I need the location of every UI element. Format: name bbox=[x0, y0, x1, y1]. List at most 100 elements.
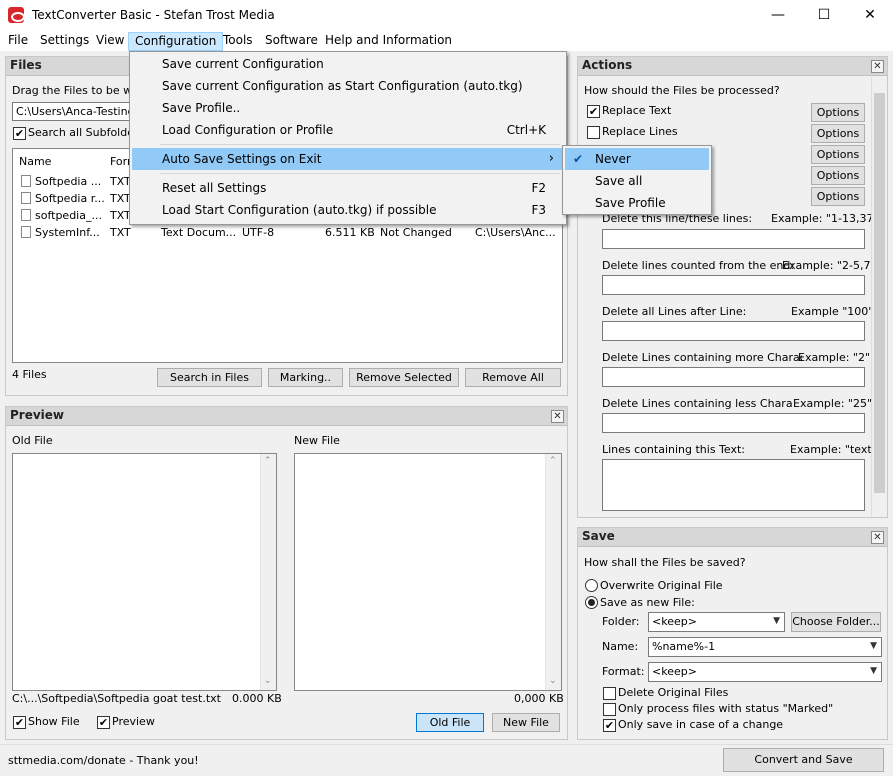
menu-help[interactable]: Help and Information bbox=[319, 32, 458, 51]
menu-save-start-configuration[interactable]: Save current Configuration as Start Conf… bbox=[132, 75, 564, 97]
file-icon bbox=[21, 192, 31, 204]
close-icon[interactable]: ✕ bbox=[871, 60, 884, 73]
file-icon bbox=[21, 226, 31, 238]
file-format: TXT bbox=[110, 226, 131, 239]
remove-selected-button[interactable]: Remove Selected bbox=[349, 368, 459, 387]
menu-auto-save-on-exit[interactable]: Auto Save Settings on Exit › bbox=[132, 148, 564, 170]
scroll-down-icon[interactable]: ⌄ bbox=[264, 676, 272, 686]
save-question: How shall the Files be saved? bbox=[584, 556, 746, 569]
menu-reset-settings[interactable]: Reset all Settings F2 bbox=[132, 177, 564, 199]
menu-item-label: Save current Configuration bbox=[162, 57, 324, 71]
format-label: Format: bbox=[602, 665, 645, 678]
chevron-down-icon: ▼ bbox=[870, 641, 877, 651]
old-file-path: C:\...\Softpedia\Softpedia goat test.txt bbox=[12, 692, 221, 705]
options-button[interactable]: Options bbox=[811, 187, 865, 206]
overwrite-radio[interactable] bbox=[585, 579, 598, 592]
delete-less-chars-label: Delete Lines containing less Characters … bbox=[602, 397, 792, 410]
options-button[interactable]: Options bbox=[811, 103, 865, 122]
old-file-scrollbar[interactable]: ⌃ ⌄ bbox=[260, 454, 276, 690]
scroll-down-icon[interactable]: ⌄ bbox=[549, 676, 557, 686]
scrollbar-thumb[interactable] bbox=[874, 93, 885, 493]
actions-panel-title: Actions bbox=[578, 57, 887, 76]
lines-containing-example: Example: "text" bbox=[790, 443, 877, 456]
delete-from-end-input[interactable] bbox=[602, 275, 865, 295]
save-new-label: Save as new File: bbox=[600, 596, 695, 609]
search-in-files-button[interactable]: Search in Files bbox=[157, 368, 262, 387]
scroll-up-icon[interactable]: ⌃ bbox=[549, 456, 557, 466]
menu-settings[interactable]: Settings bbox=[34, 32, 95, 51]
menu-load-start-configuration[interactable]: Load Start Configuration (auto.tkg) if p… bbox=[132, 199, 564, 221]
submenu-save-profile[interactable]: Save Profile bbox=[565, 192, 709, 214]
options-button[interactable]: Options bbox=[811, 145, 865, 164]
new-file-button[interactable]: New File bbox=[492, 713, 560, 732]
scroll-up-icon[interactable]: ⌃ bbox=[264, 456, 272, 466]
delete-lines-input[interactable] bbox=[602, 229, 865, 249]
replace-lines-checkbox[interactable] bbox=[587, 126, 600, 139]
preview-label: Preview bbox=[112, 715, 155, 728]
menu-load-configuration[interactable]: Load Configuration or Profile Ctrl+K bbox=[132, 119, 564, 141]
close-button[interactable]: ✕ bbox=[847, 0, 893, 30]
old-file-button[interactable]: Old File bbox=[416, 713, 484, 732]
file-status: Not Changed bbox=[380, 226, 452, 239]
maximize-button[interactable]: ☐ bbox=[801, 0, 847, 30]
search-subfolders-checkbox[interactable]: ✔ bbox=[13, 127, 26, 140]
options-button[interactable]: Options bbox=[811, 166, 865, 185]
convert-and-save-button[interactable]: Convert and Save bbox=[723, 748, 884, 772]
menu-item-label: Load Configuration or Profile bbox=[162, 123, 334, 137]
marking-button[interactable]: Marking.. bbox=[268, 368, 343, 387]
app-icon bbox=[8, 7, 25, 23]
menu-file[interactable]: File bbox=[2, 32, 34, 51]
remove-all-button[interactable]: Remove All bbox=[465, 368, 561, 387]
menu-software[interactable]: Software bbox=[259, 32, 324, 51]
menu-save-profile[interactable]: Save Profile.. bbox=[132, 97, 564, 119]
delete-after-line-input[interactable] bbox=[602, 321, 865, 341]
menu-configuration[interactable]: Configuration bbox=[128, 32, 224, 51]
new-file-scrollbar[interactable]: ⌃ ⌄ bbox=[545, 454, 561, 690]
delete-less-chars-input[interactable] bbox=[602, 413, 865, 433]
save-panel-title: Save bbox=[578, 528, 887, 547]
menu-shortcut: F2 bbox=[531, 181, 546, 195]
chevron-right-icon: › bbox=[548, 151, 554, 166]
close-icon[interactable]: ✕ bbox=[551, 410, 564, 423]
lines-containing-textarea[interactable] bbox=[602, 459, 865, 511]
delete-from-end-label: Delete lines counted from the end: bbox=[602, 259, 795, 272]
path-input[interactable]: C:\Users\Anca-Testing\ bbox=[12, 102, 132, 121]
submenu-never[interactable]: ✔ Never bbox=[565, 148, 709, 170]
folder-select[interactable]: <keep> ▼ bbox=[648, 612, 785, 632]
actions-scrollbar[interactable] bbox=[871, 77, 887, 517]
column-name[interactable]: Name bbox=[19, 155, 51, 168]
only-change-checkbox[interactable]: ✔ bbox=[603, 719, 616, 732]
delete-from-end-example: Example: "2-5,7" bbox=[782, 259, 876, 272]
show-file-checkbox[interactable]: ✔ bbox=[13, 716, 26, 729]
name-select[interactable]: %name%-1 ▼ bbox=[648, 637, 882, 657]
menu-save-configuration[interactable]: Save current Configuration bbox=[132, 53, 564, 75]
menu-item-label: Never bbox=[595, 152, 631, 166]
delete-more-chars-input[interactable] bbox=[602, 367, 865, 387]
menu-tools[interactable]: Tools bbox=[217, 32, 259, 51]
replace-text-checkbox[interactable]: ✔ bbox=[587, 105, 600, 118]
menu-view[interactable]: View bbox=[90, 32, 130, 51]
window-title: TextConverter Basic - Stefan Trost Media bbox=[32, 8, 275, 22]
new-file-preview[interactable]: ⌃ ⌄ bbox=[294, 453, 562, 691]
close-icon[interactable]: ✕ bbox=[871, 531, 884, 544]
table-row[interactable]: SystemInf... TXT Text Docum... UTF-8 6.5… bbox=[13, 224, 562, 241]
format-select[interactable]: <keep> ▼ bbox=[648, 662, 882, 682]
donate-text[interactable]: sttmedia.com/donate - Thank you! bbox=[8, 754, 199, 767]
minimize-button[interactable]: — bbox=[755, 0, 801, 30]
preview-checkbox[interactable]: ✔ bbox=[97, 716, 110, 729]
replace-text-label: Replace Text bbox=[602, 104, 672, 117]
folder-value: <keep> bbox=[652, 615, 697, 628]
choose-folder-button[interactable]: Choose Folder... bbox=[791, 612, 881, 632]
old-file-preview[interactable]: ⌃ ⌄ bbox=[12, 453, 277, 691]
autosave-submenu: ✔ Never Save all Save Profile bbox=[562, 145, 712, 215]
options-button[interactable]: Options bbox=[811, 124, 865, 143]
chevron-down-icon: ▼ bbox=[773, 616, 780, 626]
preview-panel: Preview ✕ Old File New File ⌃ ⌄ ⌃ ⌄ C:\.… bbox=[5, 406, 568, 740]
delete-after-line-example: Example "100" bbox=[791, 305, 874, 318]
format-value: <keep> bbox=[652, 665, 697, 678]
save-new-radio[interactable] bbox=[585, 596, 598, 609]
menu-item-label: Load Start Configuration (auto.tkg) if p… bbox=[162, 203, 437, 217]
submenu-save-all[interactable]: Save all bbox=[565, 170, 709, 192]
delete-original-checkbox[interactable] bbox=[603, 687, 616, 700]
only-marked-checkbox[interactable] bbox=[603, 703, 616, 716]
